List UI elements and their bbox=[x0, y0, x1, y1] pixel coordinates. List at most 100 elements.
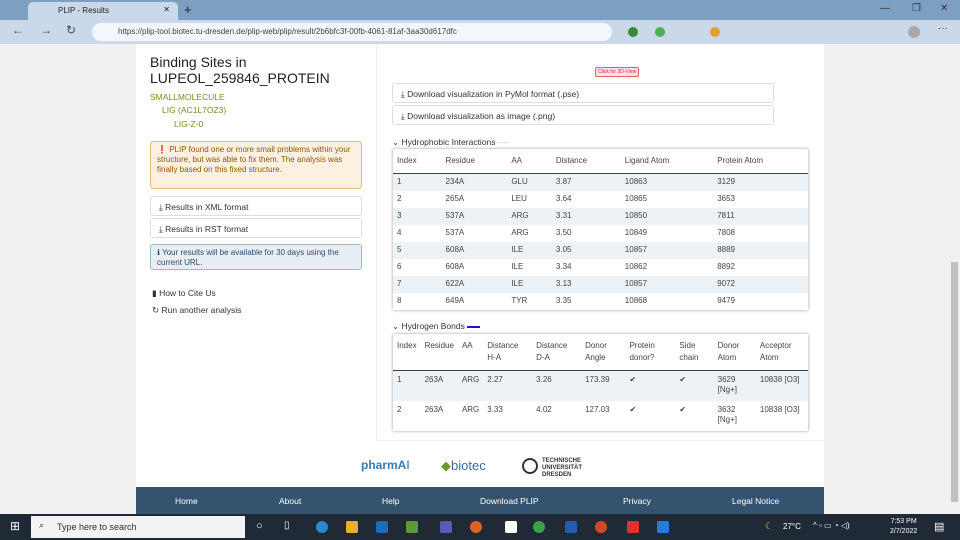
app-icon[interactable] bbox=[505, 521, 517, 533]
firefox-icon[interactable] bbox=[470, 521, 482, 533]
footer-home-link[interactable]: Home bbox=[175, 496, 198, 506]
outlook-icon[interactable] bbox=[376, 521, 388, 533]
info-alert: ℹ Your results will be available for 30 … bbox=[150, 244, 362, 270]
table-cell: 1 bbox=[393, 173, 442, 191]
column-header[interactable]: Protein donor? bbox=[625, 334, 676, 371]
column-header[interactable]: Distance D-A bbox=[532, 334, 582, 371]
table-cell: LEU bbox=[511, 193, 527, 203]
browser-tab[interactable]: PLIP - Results ✕ bbox=[28, 2, 178, 20]
close-tab-icon[interactable]: ✕ bbox=[163, 5, 170, 14]
footer-about-link[interactable]: About bbox=[279, 496, 301, 506]
column-header[interactable]: Residue bbox=[420, 334, 458, 371]
minimize-icon[interactable]: — bbox=[880, 3, 890, 14]
column-header[interactable]: Protein Atom bbox=[713, 149, 808, 174]
download-icon: ⤓ bbox=[401, 89, 405, 99]
close-window-icon[interactable]: ✕ bbox=[940, 3, 948, 14]
column-header[interactable]: Ligand Atom bbox=[620, 149, 714, 174]
tree-item[interactable]: LIG-Z-0 bbox=[174, 119, 203, 129]
chrome-extension-icon[interactable] bbox=[710, 27, 720, 37]
table-cell: 6 bbox=[397, 261, 402, 271]
chevron-down-icon: ⌄ bbox=[392, 137, 400, 147]
tree-item[interactable]: LIG (AC1L7OZ3) bbox=[162, 105, 226, 115]
pharmai-logo[interactable]: pharmAI bbox=[361, 458, 410, 472]
more-menu-icon[interactable]: ··· bbox=[938, 23, 948, 34]
footer-privacy-link[interactable]: Privacy bbox=[623, 496, 651, 506]
table-cell: 3653 bbox=[717, 193, 735, 203]
system-tray-icons[interactable]: ^ ▫ ▭ ◔ ◁) bbox=[813, 521, 850, 530]
cite-link[interactable]: ▮ How to Cite Us bbox=[152, 288, 216, 299]
column-header[interactable]: AA bbox=[507, 149, 552, 174]
app-icon[interactable] bbox=[406, 521, 418, 533]
column-header[interactable]: Index bbox=[393, 149, 442, 174]
table-cell: 9479 bbox=[717, 295, 735, 305]
chrome-icon[interactable] bbox=[533, 521, 545, 533]
pymol-download-button[interactable]: ⤓ Download visualization in PyMol format… bbox=[392, 83, 774, 103]
table-cell: 8889 bbox=[713, 241, 808, 259]
taskbar-search-input[interactable]: ⌕ Type here to search bbox=[31, 516, 245, 538]
file-explorer-icon[interactable] bbox=[346, 521, 358, 533]
table-cell: 3.35 bbox=[555, 295, 572, 305]
column-header[interactable]: Donor Angle bbox=[581, 334, 626, 371]
footer-download-link[interactable]: Download PLIP bbox=[480, 496, 539, 506]
word-icon[interactable] bbox=[565, 521, 577, 533]
tree-item[interactable]: SMALLMOLECULE bbox=[150, 92, 225, 102]
refresh-icon[interactable]: ↻ bbox=[66, 23, 76, 37]
table-cell: 10838 [O3] bbox=[755, 370, 808, 401]
table-row: 5 608A ILE 3.05 10857 8889 bbox=[393, 241, 808, 259]
table-cell: 3.50 bbox=[555, 227, 572, 237]
weather-temp[interactable]: 27°C bbox=[783, 522, 801, 531]
column-header[interactable]: Acceptor Atom bbox=[755, 334, 808, 371]
results-xml-button[interactable]: ⤓ Results in XML format bbox=[150, 196, 362, 216]
column-header[interactable]: Donor Atom bbox=[713, 334, 756, 371]
forward-icon[interactable]: → bbox=[40, 23, 52, 37]
dotted-line-legend: ···· bbox=[497, 137, 510, 147]
download-icon: ⤓ bbox=[159, 202, 163, 212]
address-bar-row: ← → ↻ https://plip-tool.biotec.tu-dresde… bbox=[0, 20, 960, 44]
column-header[interactable]: Distance H-A bbox=[483, 334, 533, 371]
table-cell: ✔ bbox=[679, 404, 687, 414]
column-header[interactable]: AA bbox=[457, 334, 484, 371]
footer-help-link[interactable]: Help bbox=[382, 496, 399, 506]
column-header[interactable]: Distance bbox=[551, 149, 621, 174]
biotec-logo[interactable]: ◆biotec bbox=[441, 458, 486, 474]
task-view-icon[interactable]: ▯ bbox=[284, 520, 290, 531]
column-header[interactable]: Side chain bbox=[675, 334, 714, 371]
page-scrollbar[interactable] bbox=[949, 44, 960, 514]
table-cell: TYR bbox=[511, 295, 528, 305]
table-cell: 4.02 bbox=[536, 404, 552, 414]
extension-icon[interactable] bbox=[655, 27, 665, 37]
cortana-icon[interactable]: ○ bbox=[256, 520, 263, 532]
results-rst-button[interactable]: ⤓ Results in RST format bbox=[150, 218, 362, 238]
table-cell: ILE bbox=[507, 241, 552, 259]
clock[interactable]: 7:53 PM 2/7/2022 bbox=[890, 517, 917, 537]
hydrophobic-section-toggle[interactable]: ⌄ Hydrophobic Interactions ···· bbox=[392, 137, 509, 148]
hbond-section-toggle[interactable]: ⌄ Hydrogen Bonds bbox=[392, 321, 481, 332]
maximize-icon[interactable]: ❐ bbox=[912, 3, 921, 14]
table-cell: ILE bbox=[511, 261, 524, 271]
extension-icon[interactable] bbox=[628, 27, 638, 37]
table-cell: ✔ bbox=[629, 404, 637, 414]
footer-legal-link[interactable]: Legal Notice bbox=[732, 496, 779, 506]
notifications-icon[interactable]: ▤ bbox=[934, 520, 944, 533]
3d-view-button[interactable]: Click for 3D-View bbox=[595, 67, 640, 77]
new-tab-icon[interactable]: + bbox=[184, 2, 192, 17]
app-icon[interactable] bbox=[657, 521, 669, 533]
column-header[interactable]: Index bbox=[393, 334, 421, 371]
windows-start-icon[interactable]: ⊞ bbox=[10, 519, 20, 533]
edge-icon[interactable] bbox=[316, 521, 328, 533]
table-cell: ARG bbox=[507, 207, 552, 225]
powerpoint-icon[interactable] bbox=[595, 521, 607, 533]
back-icon[interactable]: ← bbox=[12, 23, 24, 37]
column-header[interactable]: Residue bbox=[441, 149, 508, 174]
app-icon[interactable] bbox=[627, 521, 639, 533]
profile-avatar[interactable] bbox=[908, 26, 920, 38]
tu-dresden-logo[interactable]: TECHNISCHE UNIVERSITÄT DRESDEN bbox=[522, 458, 592, 479]
scrollbar-thumb[interactable] bbox=[951, 262, 958, 502]
weather-icon[interactable]: ☾ bbox=[765, 521, 773, 532]
teams-icon[interactable] bbox=[440, 521, 452, 533]
table-cell: 3.13 bbox=[551, 275, 621, 293]
run-another-link[interactable]: ↻ Run another analysis bbox=[152, 305, 241, 316]
table-cell: 7 bbox=[393, 275, 442, 293]
url-input[interactable]: https://plip-tool.biotec.tu-dresden.de/p… bbox=[92, 23, 612, 41]
png-download-button[interactable]: ⤓ Download visualization as image (.png) bbox=[392, 105, 774, 125]
